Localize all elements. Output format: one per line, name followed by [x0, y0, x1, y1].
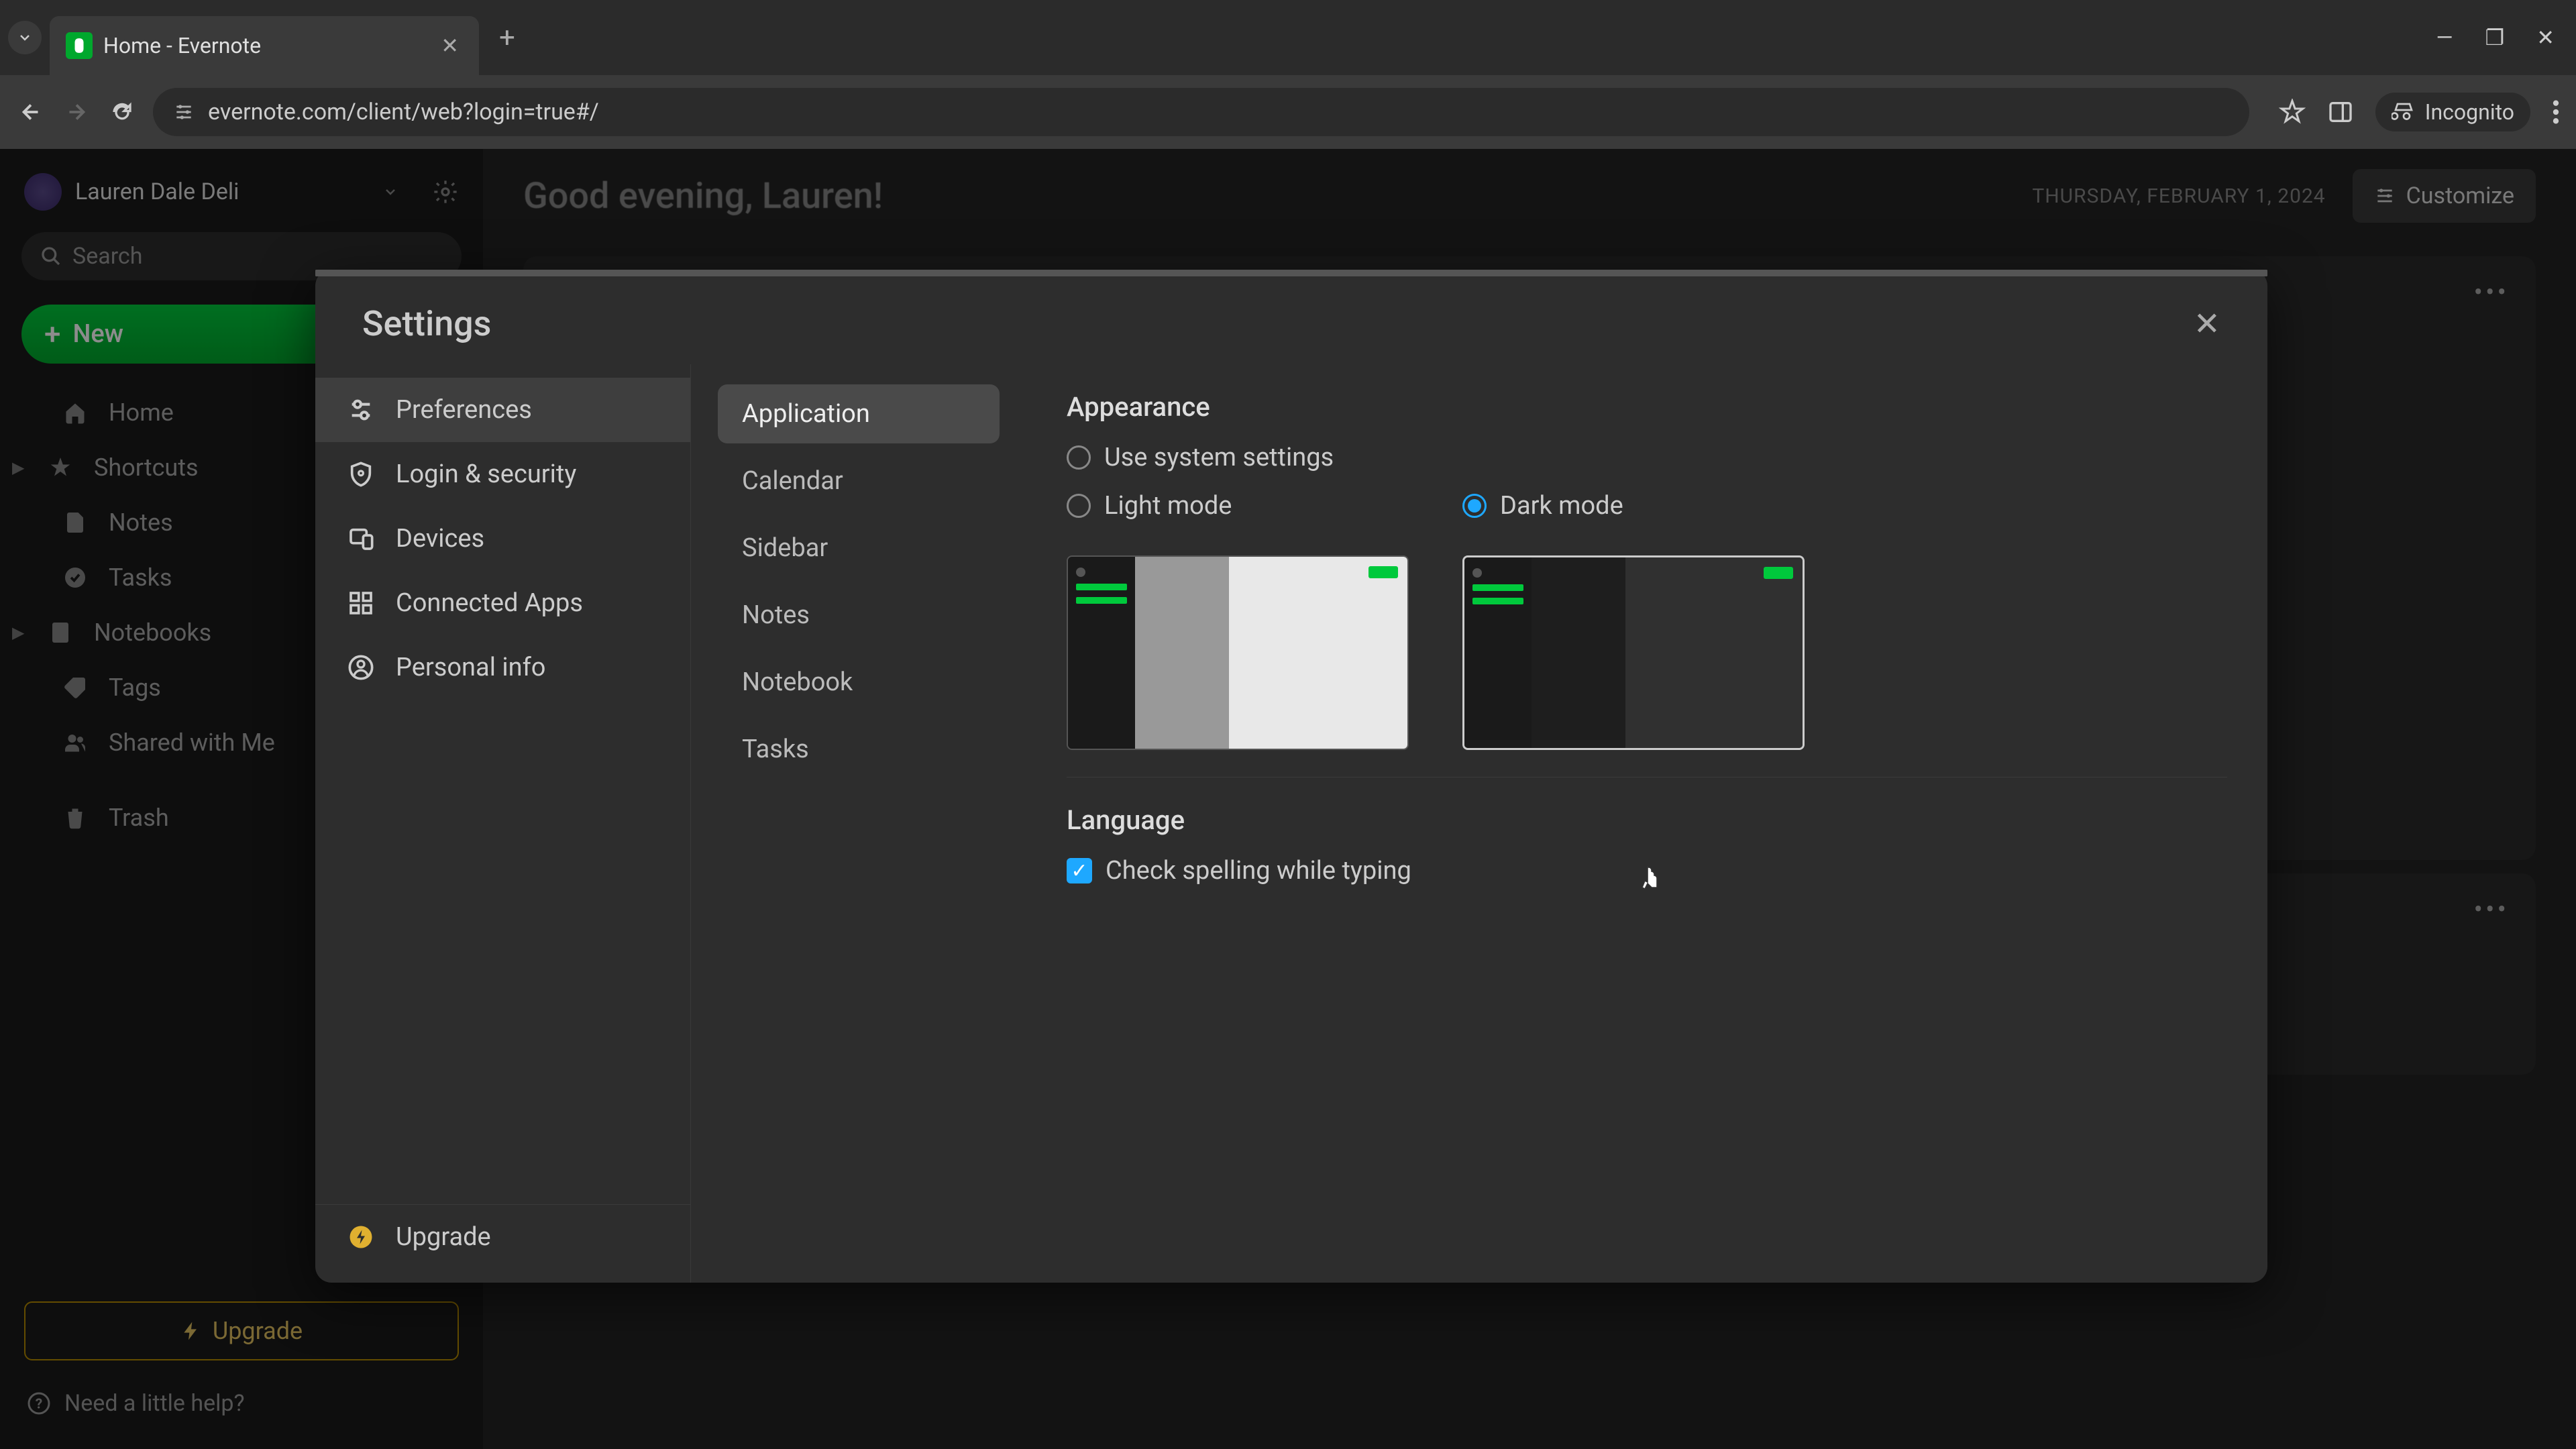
category-personal-info[interactable]: Personal info — [315, 635, 690, 700]
arrow-left-icon — [19, 100, 43, 124]
back-button[interactable] — [16, 97, 46, 127]
devices-icon — [345, 525, 377, 552]
subsection-tasks[interactable]: Tasks — [718, 720, 1000, 779]
tab-close-icon[interactable]: ✕ — [441, 33, 459, 58]
radio-dark-mode[interactable]: Dark mode — [1462, 491, 1805, 521]
category-login-security[interactable]: Login & security — [315, 442, 690, 506]
radio-icon — [1067, 494, 1091, 518]
minimize-icon[interactable]: — — [2436, 25, 2453, 50]
new-tab-button[interactable]: + — [499, 21, 515, 54]
window-controls: — ❐ ✕ — [2436, 25, 2568, 50]
chevron-down-icon — [17, 30, 33, 46]
url-text: evernote.com/client/web?login=true#/ — [208, 99, 599, 125]
bolt-icon — [345, 1225, 377, 1249]
subsection-notes[interactable]: Notes — [718, 586, 1000, 645]
bookmark-star-icon[interactable] — [2279, 99, 2306, 125]
close-window-icon[interactable]: ✕ — [2536, 25, 2555, 50]
address-bar[interactable]: evernote.com/client/web?login=true#/ — [153, 88, 2249, 136]
site-settings-icon[interactable] — [173, 101, 195, 123]
settings-detail: Appearance Use system settings Light mod… — [1026, 364, 2267, 1283]
evernote-favicon-icon — [66, 32, 93, 59]
settings-categories: Preferences Login & security Devices Con… — [315, 364, 691, 1283]
person-icon — [345, 654, 377, 681]
browser-tab[interactable]: Home - Evernote ✕ — [50, 16, 479, 75]
settings-subsections: Application Calendar Sidebar Notes Noteb… — [691, 364, 1026, 1283]
settings-modal: Settings ✕ Preferences Login & security … — [315, 270, 2267, 1283]
checkbox-checked-icon: ✓ — [1067, 858, 1092, 883]
maximize-icon[interactable]: ❐ — [2485, 25, 2505, 50]
reload-button[interactable] — [107, 97, 137, 127]
sliders-icon — [345, 396, 377, 423]
arrow-right-icon — [64, 100, 89, 124]
browser-toolbar: evernote.com/client/web?login=true#/ Inc… — [0, 75, 2576, 149]
radio-selected-icon — [1462, 494, 1487, 518]
tab-search-dropdown[interactable] — [8, 21, 42, 54]
subsection-sidebar[interactable]: Sidebar — [718, 519, 1000, 578]
reload-icon — [110, 100, 134, 124]
language-heading: Language — [1067, 804, 2227, 836]
appearance-heading: Appearance — [1067, 391, 2227, 423]
incognito-badge[interactable]: Incognito — [2375, 93, 2530, 131]
incognito-icon — [2392, 100, 2416, 124]
apps-icon — [345, 590, 377, 616]
category-preferences[interactable]: Preferences — [315, 378, 690, 442]
spellcheck-checkbox[interactable]: ✓ Check spelling while typing — [1067, 856, 2227, 885]
settings-title: Settings — [362, 303, 491, 344]
radio-use-system[interactable]: Use system settings — [1067, 443, 2227, 472]
subsection-calendar[interactable]: Calendar — [718, 451, 1000, 511]
category-devices[interactable]: Devices — [315, 506, 690, 571]
shield-icon — [345, 461, 377, 488]
category-upgrade[interactable]: Upgrade — [315, 1204, 690, 1269]
forward-button[interactable] — [62, 97, 91, 127]
subsection-application[interactable]: Application — [718, 384, 1000, 443]
browser-tab-strip: Home - Evernote ✕ + — ❐ ✕ — [0, 0, 2576, 75]
category-connected-apps[interactable]: Connected Apps — [315, 571, 690, 635]
subsection-notebook[interactable]: Notebook — [718, 653, 1000, 712]
close-icon[interactable]: ✕ — [2194, 305, 2220, 343]
light-mode-preview[interactable] — [1067, 555, 1409, 750]
browser-menu-icon[interactable] — [2552, 99, 2560, 125]
side-panel-icon[interactable] — [2327, 99, 2354, 125]
radio-icon — [1067, 445, 1091, 470]
dark-mode-preview[interactable] — [1462, 555, 1805, 750]
radio-light-mode[interactable]: Light mode — [1067, 491, 1409, 521]
tab-title: Home - Evernote — [103, 33, 430, 58]
